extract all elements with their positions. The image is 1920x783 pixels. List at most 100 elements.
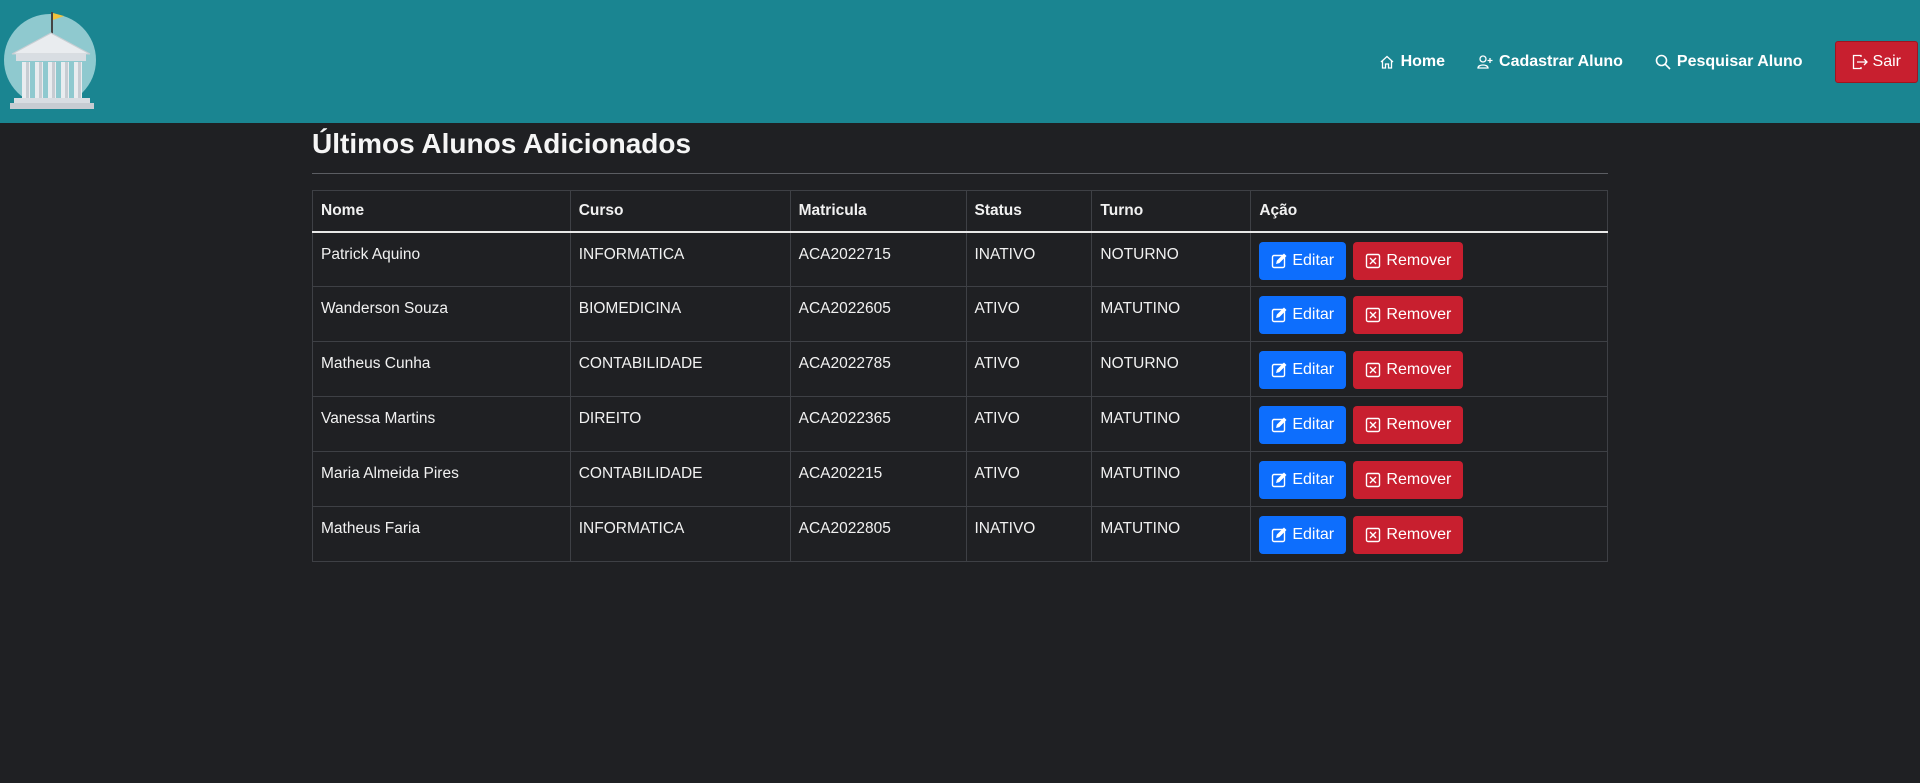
remove-label: Remover <box>1386 526 1452 543</box>
students-table: Nome Curso Matricula Status Turno Ação P… <box>312 190 1608 562</box>
edit-button[interactable]: Editar <box>1259 461 1347 499</box>
cell-matricula: ACA202215 <box>789 451 967 507</box>
cell-nome: Maria Almeida Pires <box>312 451 571 507</box>
cell-matricula: ACA2022715 <box>789 231 967 287</box>
cell-actions: Editar Remover <box>1250 506 1608 562</box>
cell-status: INATIVO <box>965 231 1093 287</box>
remove-button[interactable]: Remover <box>1353 241 1464 280</box>
edit-label: Editar <box>1292 306 1335 323</box>
cell-turno: NOTURNO <box>1091 231 1252 287</box>
university-building-logo[interactable] <box>4 8 98 114</box>
remove-button[interactable]: Remover <box>1353 516 1464 554</box>
cell-curso: CONTABILIDADE <box>569 451 791 507</box>
edit-button[interactable]: Editar <box>1259 516 1347 554</box>
remove-button[interactable]: Remover <box>1353 296 1464 334</box>
divider <box>312 173 1608 174</box>
edit-button[interactable]: Editar <box>1259 406 1347 444</box>
cell-matricula: ACA2022805 <box>789 506 967 562</box>
cell-turno: MATUTINO <box>1091 506 1252 562</box>
table-row: Maria Almeida Pires CONTABILIDADE ACA202… <box>312 451 1608 507</box>
remove-label: Remover <box>1386 361 1452 378</box>
column-header-matricula[interactable]: Matricula <box>789 190 967 233</box>
logout-label: Sair <box>1872 53 1901 70</box>
close-square-icon <box>1365 253 1381 269</box>
cell-curso: INFORMATICA <box>569 506 791 562</box>
cell-status: ATIVO <box>965 341 1093 397</box>
cell-curso: INFORMATICA <box>569 231 791 287</box>
user-plus-icon <box>1477 54 1493 70</box>
remove-label: Remover <box>1386 306 1452 323</box>
edit-icon <box>1271 472 1287 488</box>
cell-matricula: ACA2022785 <box>789 341 967 397</box>
close-square-icon <box>1365 472 1381 488</box>
table-header-row: Nome Curso Matricula Status Turno Ação <box>312 190 1608 233</box>
edit-icon <box>1271 253 1287 269</box>
cell-status: ATIVO <box>965 286 1093 342</box>
remove-button[interactable]: Remover <box>1353 351 1464 389</box>
nav-cadastrar-link[interactable]: Cadastrar Aluno <box>1477 53 1623 71</box>
navbar: Home Cadastrar Aluno Pesquisar Aluno Sai… <box>0 0 1920 123</box>
cell-status: ATIVO <box>965 396 1093 452</box>
remove-button[interactable]: Remover <box>1353 461 1464 499</box>
edit-button[interactable]: Editar <box>1259 351 1347 389</box>
table-row: Wanderson Souza BIOMEDICINA ACA2022605 A… <box>312 286 1608 342</box>
edit-label: Editar <box>1292 361 1335 378</box>
edit-label: Editar <box>1292 526 1335 543</box>
cell-curso: BIOMEDICINA <box>569 286 791 342</box>
home-icon <box>1379 54 1395 70</box>
cell-actions: Editar Remover <box>1250 451 1608 507</box>
nav-home-link[interactable]: Home <box>1379 53 1445 71</box>
cell-turno: MATUTINO <box>1091 286 1252 342</box>
cell-actions: Editar Remover <box>1250 231 1608 287</box>
cell-matricula: ACA2022365 <box>789 396 967 452</box>
table-row: Matheus Cunha CONTABILIDADE ACA2022785 A… <box>312 341 1608 397</box>
main-content: Últimos Alunos Adicionados Nome Curso Ma… <box>312 123 1608 562</box>
column-header-nome[interactable]: Nome <box>312 190 571 233</box>
edit-button[interactable]: Editar <box>1259 241 1347 280</box>
remove-label: Remover <box>1386 416 1452 433</box>
cell-turno: MATUTINO <box>1091 396 1252 452</box>
edit-icon <box>1271 527 1287 543</box>
edit-icon <box>1271 362 1287 378</box>
edit-icon <box>1271 417 1287 433</box>
cell-nome: Matheus Cunha <box>312 341 571 397</box>
cell-actions: Editar Remover <box>1250 396 1608 452</box>
column-header-turno[interactable]: Turno <box>1091 190 1252 233</box>
cell-actions: Editar Remover <box>1250 341 1608 397</box>
cell-status: INATIVO <box>965 506 1093 562</box>
search-icon <box>1655 54 1671 70</box>
cell-actions: Editar Remover <box>1250 286 1608 342</box>
cell-turno: NOTURNO <box>1091 341 1252 397</box>
table-row: Matheus Faria INFORMATICA ACA2022805 INA… <box>312 506 1608 562</box>
table-row: Patrick Aquino INFORMATICA ACA2022715 IN… <box>312 231 1608 287</box>
edit-icon <box>1271 307 1287 323</box>
close-square-icon <box>1365 527 1381 543</box>
cell-nome: Wanderson Souza <box>312 286 571 342</box>
nav-cadastrar-label: Cadastrar Aluno <box>1499 53 1623 70</box>
column-header-curso[interactable]: Curso <box>569 190 791 233</box>
cell-nome: Vanessa Martins <box>312 396 571 452</box>
nav-links: Home Cadastrar Aluno Pesquisar Aluno Sai… <box>1379 41 1920 83</box>
cell-curso: DIREITO <box>569 396 791 452</box>
nav-pesquisar-link[interactable]: Pesquisar Aluno <box>1655 53 1803 71</box>
cell-nome: Matheus Faria <box>312 506 571 562</box>
nav-pesquisar-label: Pesquisar Aluno <box>1676 53 1803 70</box>
cell-nome: Patrick Aquino <box>312 231 571 287</box>
cell-curso: CONTABILIDADE <box>569 341 791 397</box>
close-square-icon <box>1365 307 1381 323</box>
column-header-acao: Ação <box>1250 190 1608 233</box>
remove-label: Remover <box>1386 471 1452 488</box>
cell-matricula: ACA2022605 <box>789 286 967 342</box>
remove-button[interactable]: Remover <box>1353 406 1464 444</box>
edit-label: Editar <box>1292 416 1335 433</box>
cell-turno: MATUTINO <box>1091 451 1252 507</box>
page-title: Últimos Alunos Adicionados <box>312 128 692 159</box>
table-row: Vanessa Martins DIREITO ACA2022365 ATIVO… <box>312 396 1608 452</box>
logout-icon <box>1852 54 1868 70</box>
column-header-status[interactable]: Status <box>965 190 1093 233</box>
edit-button[interactable]: Editar <box>1259 296 1347 334</box>
edit-label: Editar <box>1292 251 1335 269</box>
nav-home-label: Home <box>1400 53 1446 70</box>
logout-button[interactable]: Sair <box>1834 41 1918 83</box>
close-square-icon <box>1365 417 1381 433</box>
